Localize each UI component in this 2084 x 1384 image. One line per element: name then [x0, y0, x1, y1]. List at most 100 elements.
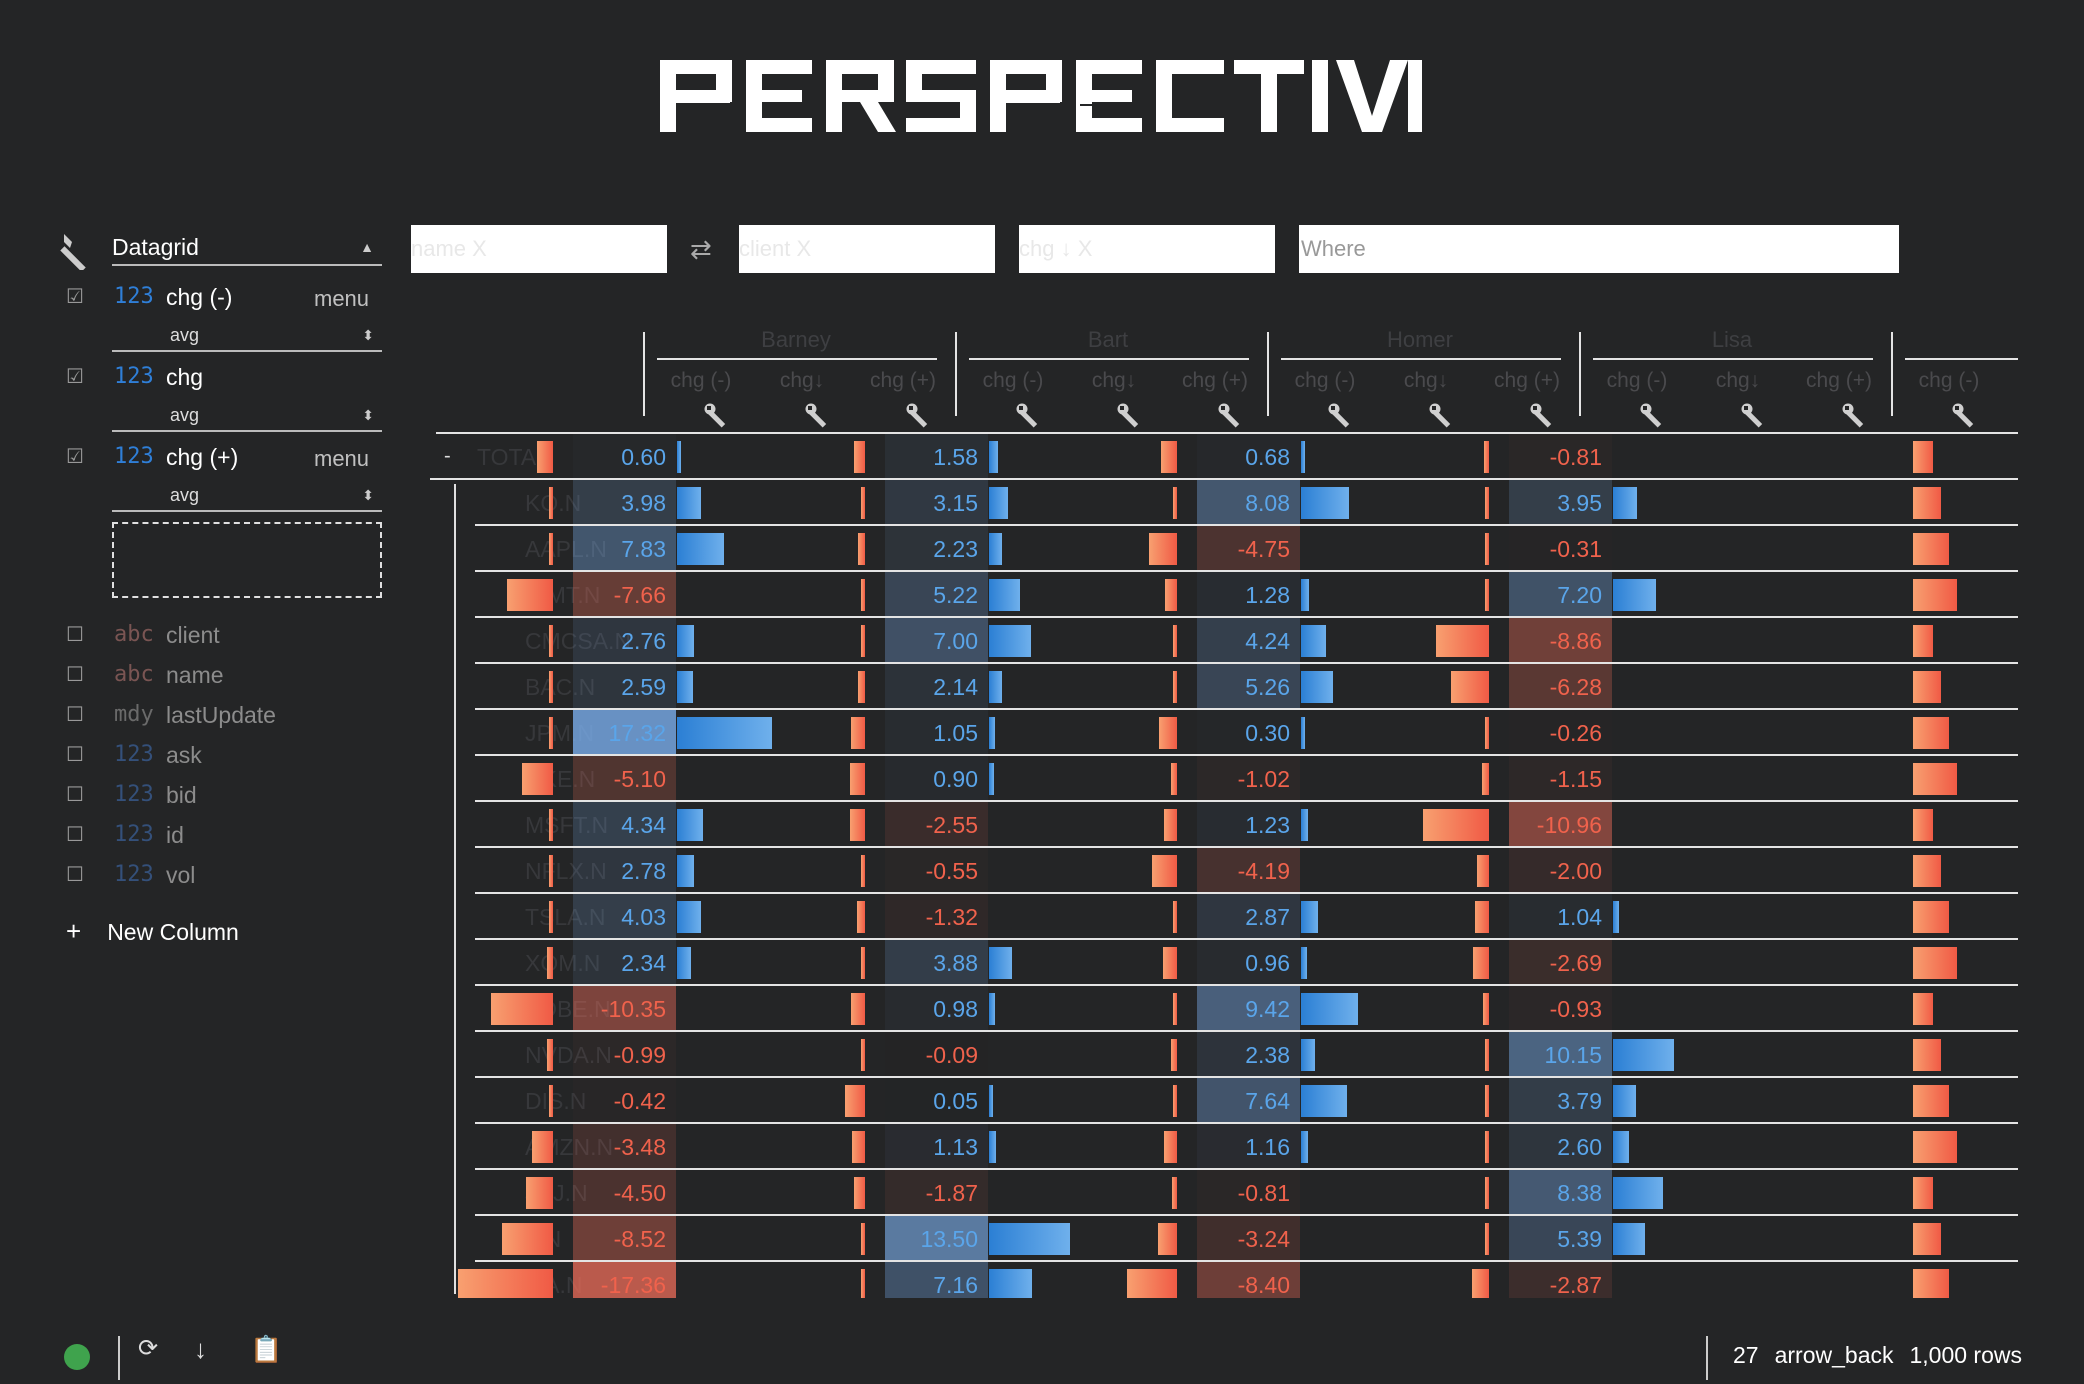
aggregate-select[interactable]: avg ⬍ [112, 480, 382, 512]
inactive-column-id[interactable]: ☐ 123 id [66, 818, 386, 852]
column-menu-button[interactable]: menu [314, 442, 369, 476]
wrench-icon[interactable] [1428, 402, 1456, 430]
column-header[interactable]: chg↓ [1688, 366, 1788, 396]
back-label[interactable]: arrow_back [1775, 1342, 1894, 1368]
table-row[interactable]: AAPL.N 7.83 2.23 -4.75 -0.31 [430, 526, 2018, 572]
chg-cell[interactable]: -0.93 [1509, 986, 1612, 1030]
chg-cell[interactable]: -10.96 [1509, 802, 1612, 846]
inactive-column-vol[interactable]: ☐ 123 vol [66, 858, 386, 892]
chg-cell[interactable]: 17.32 [573, 710, 676, 754]
chg-cell[interactable]: 7.20 [1509, 572, 1612, 616]
chg-cell[interactable]: -2.55 [885, 802, 988, 846]
chg-cell[interactable]: -0.81 [1197, 1170, 1300, 1214]
wrench-icon[interactable] [703, 402, 731, 430]
checkbox[interactable]: ☐ [66, 778, 84, 812]
chg-cell[interactable]: 1.23 [1197, 802, 1300, 846]
column-header[interactable]: chg↓ [2000, 366, 2018, 396]
refresh-icon[interactable]: ⟳ [138, 1334, 158, 1363]
chg-cell[interactable]: 5.26 [1197, 664, 1300, 708]
table-row[interactable]: BAC.N 2.59 2.14 5.26 -6.28 [430, 664, 2018, 710]
chg-cell[interactable]: 2.38 [1197, 1032, 1300, 1076]
table-row[interactable]: JNJ.N -4.50 -1.87 -0.81 8.38 [430, 1170, 2018, 1216]
chg-cell[interactable]: -2.00 [1509, 848, 1612, 892]
chg-cell[interactable]: -8.86 [1509, 618, 1612, 662]
new-column-button[interactable]: + New Column [66, 916, 239, 947]
chg-cell[interactable]: 3.79 [1509, 1078, 1612, 1122]
column-header[interactable]: chg (-) [651, 366, 751, 396]
chg-cell[interactable]: 8.38 [1509, 1170, 1612, 1214]
table-row[interactable]: NFLX.N 2.78 -0.55 -4.19 -2.00 [430, 848, 2018, 894]
wrench-icon[interactable] [1740, 402, 1768, 430]
chg-cell[interactable]: -8.52 [573, 1216, 676, 1260]
chg-cell[interactable]: -0.81 [1509, 434, 1612, 478]
chg-cell[interactable]: 3.95 [1509, 480, 1612, 524]
chg-cell[interactable]: -1.87 [885, 1170, 988, 1214]
chg-cell[interactable]: -3.48 [573, 1124, 676, 1168]
chg-cell[interactable]: -6.28 [1509, 664, 1612, 708]
chg-cell[interactable]: 7.64 [1197, 1078, 1300, 1122]
chg-cell[interactable]: -1.02 [1197, 756, 1300, 800]
chg-cell[interactable]: -0.42 [573, 1078, 676, 1122]
checkbox[interactable]: ☐ [66, 858, 84, 892]
column-header[interactable]: chg (-) [963, 366, 1063, 396]
sort-pill[interactable]: chg ↓ X [1019, 236, 1092, 261]
aggregate-select[interactable]: avg ⬍ [112, 400, 382, 432]
chg-cell[interactable]: 5.22 [885, 572, 988, 616]
wrench-icon[interactable] [1951, 402, 1979, 430]
chg-cell[interactable]: 3.15 [885, 480, 988, 524]
active-column-chg-neg[interactable]: ☑ 123 chg (-) menu [66, 280, 386, 314]
chg-cell[interactable]: -3.24 [1197, 1216, 1300, 1260]
chg-cell[interactable]: 0.98 [885, 986, 988, 1030]
column-drop-zone[interactable] [112, 522, 382, 598]
chg-cell[interactable]: 4.24 [1197, 618, 1300, 662]
chg-cell[interactable]: 0.60 [573, 434, 676, 478]
checkbox[interactable]: ☐ [66, 658, 84, 692]
chg-cell[interactable]: 1.05 [885, 710, 988, 754]
collapse-toggle[interactable]: - [444, 434, 451, 478]
group-header[interactable]: Bart [957, 320, 1259, 360]
inactive-column-ask[interactable]: ☐ 123 ask [66, 738, 386, 772]
wrench-icon[interactable] [1015, 402, 1043, 430]
wrench-icon[interactable] [1217, 402, 1245, 430]
checkbox[interactable]: ☐ [66, 818, 84, 852]
chg-cell[interactable]: 1.13 [885, 1124, 988, 1168]
wrench-icon[interactable] [804, 402, 832, 430]
chg-cell[interactable]: 4.34 [573, 802, 676, 846]
table-row[interactable]: WMT.N -7.66 5.22 1.28 7.20 [430, 572, 2018, 618]
chg-cell[interactable]: -17.36 [573, 1262, 676, 1298]
total-row[interactable]: - TOTAL 0.60 1.58 0.68 -0.81 [430, 434, 2018, 480]
plugin-select[interactable]: Datagrid ▲ [112, 230, 382, 266]
column-header[interactable]: chg (-) [1275, 366, 1375, 396]
table-row[interactable]: NKE.N -5.10 0.90 -1.02 -1.15 [430, 756, 2018, 802]
chg-cell[interactable]: -2.87 [1509, 1262, 1612, 1298]
column-header[interactable]: chg↓ [752, 366, 852, 396]
chg-cell[interactable]: 4.03 [573, 894, 676, 938]
chg-cell[interactable]: -2.69 [1509, 940, 1612, 984]
chg-cell[interactable]: 0.30 [1197, 710, 1300, 754]
chg-cell[interactable]: 7.16 [885, 1262, 988, 1298]
chg-cell[interactable]: 8.08 [1197, 480, 1300, 524]
chg-cell[interactable]: -1.32 [885, 894, 988, 938]
wrench-icon[interactable] [58, 230, 98, 270]
where-input[interactable]: Where [1299, 225, 1899, 273]
group-by-input[interactable]: name X [411, 225, 667, 273]
chg-cell[interactable]: -0.09 [885, 1032, 988, 1076]
chg-cell[interactable]: -10.35 [573, 986, 676, 1030]
wrench-icon[interactable] [905, 402, 933, 430]
chg-cell[interactable]: -4.19 [1197, 848, 1300, 892]
group-header[interactable]: M [1893, 320, 2018, 360]
chg-cell[interactable]: -0.31 [1509, 526, 1612, 570]
group-header[interactable]: Lisa [1581, 320, 1883, 360]
active-column-chg-pos[interactable]: ☑ 123 chg (+) menu [66, 440, 386, 474]
checkbox[interactable]: ☑ [66, 360, 84, 394]
checkbox[interactable]: ☑ [66, 280, 84, 314]
chg-cell[interactable]: 7.83 [573, 526, 676, 570]
wrench-icon[interactable] [1327, 402, 1355, 430]
chg-cell[interactable]: -1.15 [1509, 756, 1612, 800]
download-icon[interactable]: ↓ [194, 1334, 207, 1365]
table-row[interactable]: DIS.N -0.42 0.05 7.64 3.79 [430, 1078, 2018, 1124]
wrench-icon[interactable] [1639, 402, 1667, 430]
chg-cell[interactable]: 0.96 [1197, 940, 1300, 984]
chg-cell[interactable]: 2.34 [573, 940, 676, 984]
chg-cell[interactable]: 5.39 [1509, 1216, 1612, 1260]
